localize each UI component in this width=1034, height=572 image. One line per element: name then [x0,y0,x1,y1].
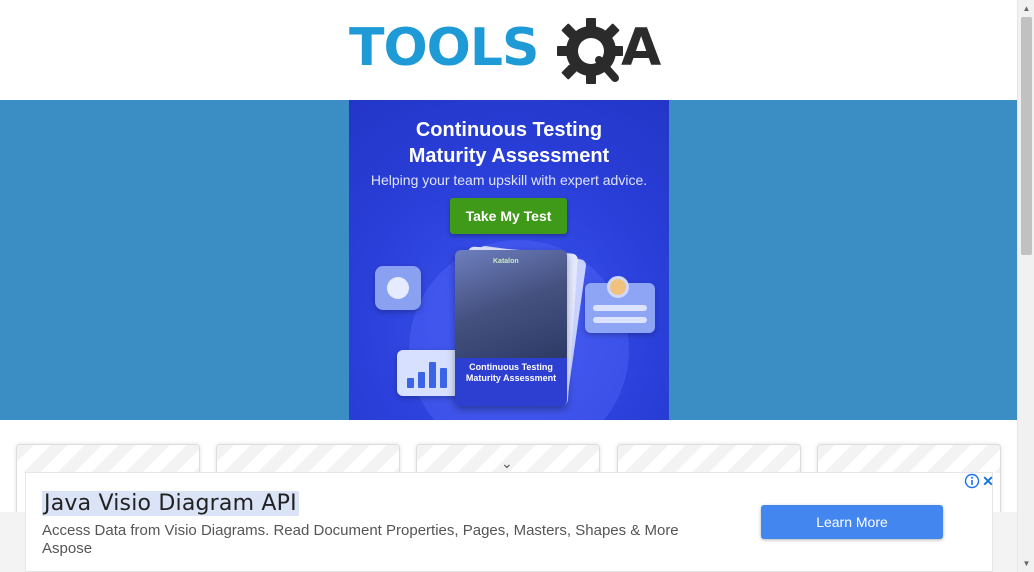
profile-line [593,317,647,323]
pie-chart-disc [387,277,409,299]
page: TOOLS A Continuous Testing Maturity Asse… [0,0,1034,572]
bar-chart-bar [418,372,425,388]
pie-chart-icon [375,266,421,310]
card-pattern [217,445,399,473]
ad-title-line2: Maturity Assessment [408,145,610,167]
toolsqa-logo[interactable]: TOOLS A [349,14,671,90]
ad-card-title-line2: Maturity Assessment [465,373,557,383]
gear-magnifier-icon [557,18,623,84]
logo-a-text: A [621,18,662,78]
bar-chart-bar [429,362,436,388]
ad-headline-text: Java Visio Diagram API [42,491,299,516]
take-my-test-button[interactable]: Take My Test [450,198,567,234]
bar-chart-icon [397,350,463,396]
profile-line [593,305,647,311]
bar-chart-bar [407,378,414,388]
ad-card-brand: Katalon [493,258,519,265]
bar-chart-bar [440,368,447,388]
scrollbar-thumb[interactable] [1021,17,1032,255]
site-header: TOOLS A [0,0,1017,100]
scroll-up-arrow-icon[interactable]: ▲ [1018,0,1034,17]
ad-subtitle: Helping your team upskill with expert ad… [370,172,648,188]
ad-title-line1: Continuous Testing [415,119,603,141]
ad-title: Continuous Testing Maturity Assessment [349,117,669,169]
ad-headline[interactable]: Java Visio Diagram API [42,491,299,516]
card-pattern [17,445,199,473]
ad-card-title: Continuous Testing Maturity Assessment [455,362,567,384]
ad-team-photo [455,250,567,358]
ad-advertiser[interactable]: Aspose [42,540,92,557]
ad-description: Access Data from Visio Diagrams. Read Do… [42,522,679,539]
card-pattern [618,445,800,473]
logo-tools-text: TOOLS [349,18,539,78]
ad-report-card: Katalon Continuous Testing Maturity Asse… [455,250,567,406]
close-ad-icon[interactable]: ✕ [980,473,996,489]
avatar-icon [607,276,629,298]
vertical-scrollbar[interactable]: ▲ ▼ [1017,0,1034,572]
chevron-down-icon: ⌄ [501,455,513,471]
bottom-ad[interactable]: Java Visio Diagram API Access Data from … [25,472,996,572]
banner-ad[interactable]: Continuous Testing Maturity Assessment H… [349,100,669,420]
scroll-down-arrow-icon[interactable]: ▼ [1018,555,1034,572]
card-pattern [818,445,1000,473]
ad-card-title-line1: Continuous Testing [469,362,553,372]
learn-more-button[interactable]: Learn More [761,505,943,539]
adchoices-info-icon[interactable] [964,473,980,489]
